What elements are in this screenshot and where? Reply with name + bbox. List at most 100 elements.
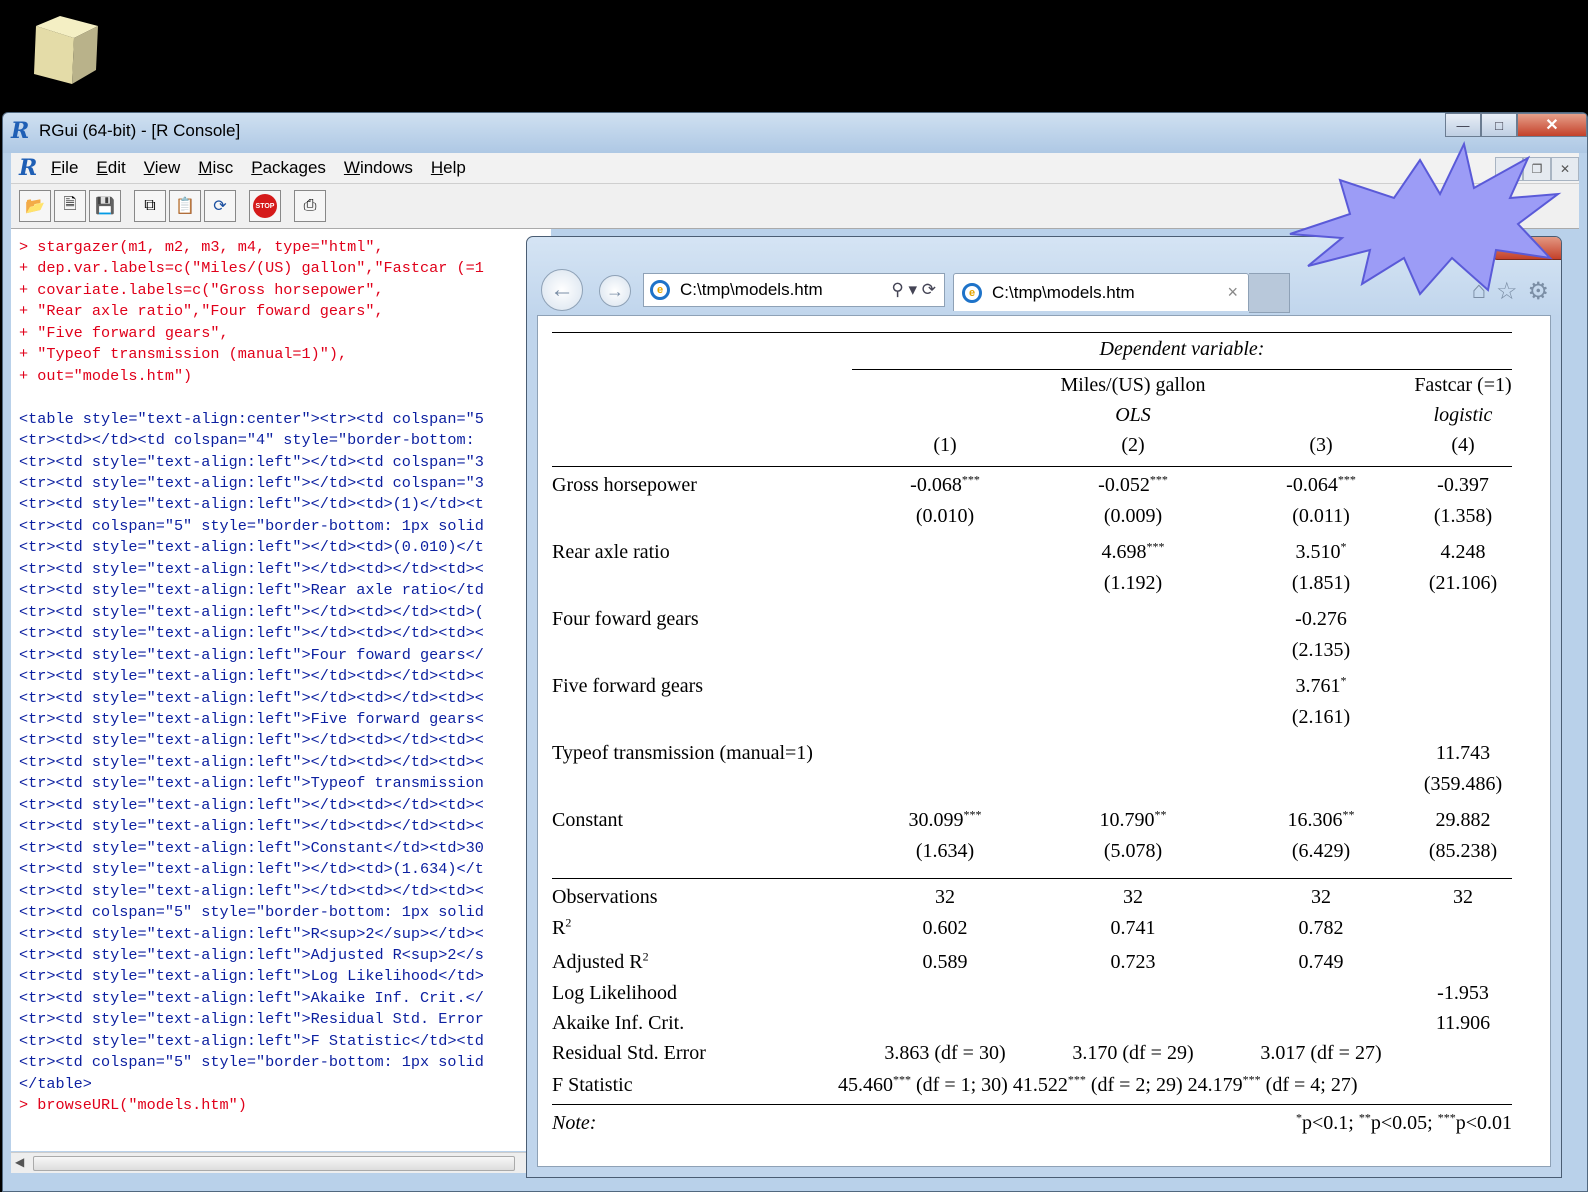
statistic-value: 0.602 bbox=[922, 917, 968, 939]
coefficient-row: Typeof transmission (manual=1) 11.743 bbox=[552, 742, 1512, 772]
console-horizontal-scrollbar[interactable]: ◀ bbox=[11, 1152, 529, 1173]
coefficient-value: 29.882 bbox=[1435, 809, 1491, 831]
statistic-value: 32 bbox=[1453, 886, 1473, 908]
copy-button[interactable]: ⧉ bbox=[134, 190, 166, 222]
back-button[interactable]: ← bbox=[541, 269, 583, 311]
scroll-left-icon[interactable]: ◀ bbox=[15, 1155, 24, 1169]
dep-var-rule bbox=[852, 369, 1512, 370]
statistic-row: Adjusted R2 0.589 0.723 0.749 bbox=[552, 950, 1512, 981]
copy-icon: ⧉ bbox=[144, 197, 156, 214]
console-command-line: > stargazer(m1, m2, m3, m4, type="html", bbox=[19, 238, 384, 256]
print-icon: ⎙ bbox=[303, 197, 317, 214]
standard-error-cell: (85.238) bbox=[1428, 840, 1498, 862]
coefficient-cell: -0.068*** bbox=[852, 472, 1038, 497]
coefficient-value: -0.052 bbox=[1098, 474, 1150, 496]
standard-error-cell: (0.010) bbox=[915, 505, 975, 527]
console-output-line: <tr><td style="text-align:left">Akaike I… bbox=[19, 988, 484, 1007]
significance-stars: *** bbox=[961, 472, 980, 487]
model-types-row: OLS logistic bbox=[552, 404, 1512, 434]
maximize-button[interactable]: □ bbox=[1481, 113, 1517, 137]
note-text: p<0.1; bbox=[1302, 1112, 1359, 1134]
menu-windows[interactable]: Windows bbox=[344, 158, 413, 178]
r-console[interactable]: > stargazer(m1, m2, m3, m4, type="html",… bbox=[11, 229, 551, 1151]
console-output-line: <tr><td style="text-align:left">F Statis… bbox=[19, 1031, 484, 1050]
close-button[interactable]: ✕ bbox=[1517, 113, 1587, 137]
scroll-thumb[interactable] bbox=[33, 1156, 515, 1171]
note-stars: ** bbox=[1358, 1110, 1371, 1125]
menu-file[interactable]: File bbox=[51, 158, 78, 178]
console-output-line: <tr><td style="text-align:left"></td><td… bbox=[19, 602, 484, 621]
menu-view[interactable]: View bbox=[144, 158, 181, 178]
console-output-line: <tr><td style="text-align:left">Four fow… bbox=[19, 645, 484, 664]
standard-error-cell: (359.486) bbox=[1423, 773, 1503, 795]
browser-tab[interactable]: e C:\tmp\models.htm × bbox=[953, 273, 1249, 311]
stop-button[interactable]: STOP bbox=[249, 190, 281, 222]
console-output-line: <tr><td style="text-align:left"></td><td… bbox=[19, 881, 484, 900]
open-script-button[interactable]: 📂 bbox=[19, 190, 51, 222]
standard-error-cell: (2.161) bbox=[1291, 706, 1351, 728]
r-menu-logo-icon[interactable]: R bbox=[19, 157, 41, 179]
window-title: RGui (64-bit) - [R Console] bbox=[39, 121, 241, 140]
ie-tab-icon: e bbox=[962, 282, 982, 303]
coefficient-cell: 29.882 bbox=[1414, 809, 1512, 832]
statistic-value: 32 bbox=[935, 886, 955, 908]
paste-button[interactable]: 📋 bbox=[169, 190, 201, 222]
console-output-line: <tr><td></td><td colspan="4" style="bord… bbox=[19, 431, 484, 450]
console-output-line: <tr><td style="text-align:left"></td><td… bbox=[19, 795, 484, 814]
statistic-row: Observations 32 32 32 32 bbox=[552, 886, 1512, 916]
load-workspace-button[interactable]: 🗎 bbox=[54, 190, 86, 222]
coefficient-cell: -0.276 bbox=[1228, 608, 1414, 631]
tab-close-icon[interactable]: × bbox=[1227, 282, 1238, 303]
model-numbers-row: (1) (2) (3) (4) bbox=[552, 434, 1512, 464]
menu-help[interactable]: Help bbox=[431, 158, 466, 178]
console-command-line: + "Five forward gears", bbox=[19, 323, 229, 342]
minimize-button[interactable]: — bbox=[1445, 113, 1481, 137]
coefficient-value: 4.248 bbox=[1440, 541, 1486, 563]
save-button[interactable]: 💾 bbox=[89, 190, 121, 222]
coefficient-cell: -0.397 bbox=[1414, 474, 1512, 497]
console-output-line: <tr><td style="text-align:left"></td><td… bbox=[19, 688, 484, 707]
statistic-label-text: Observations bbox=[552, 886, 658, 908]
statistic-label: F Statistic bbox=[552, 1074, 633, 1096]
search-refresh-icons[interactable]: ⚲ ▾ ⟳ bbox=[891, 280, 936, 300]
open-script-icon: 📂 bbox=[25, 198, 45, 215]
model-type-ols: OLS bbox=[1115, 404, 1151, 426]
console-command-line: + dep.var.labels=c("Miles/(US) gallon","… bbox=[19, 259, 484, 278]
forward-button[interactable]: → bbox=[599, 275, 631, 307]
menu-misc[interactable]: Misc bbox=[198, 158, 233, 178]
table-top-rule bbox=[552, 332, 1512, 333]
console-output-line: <table style="text-align:center"><tr><td… bbox=[19, 409, 484, 428]
menu-edit[interactable]: Edit bbox=[96, 158, 125, 178]
console-output-line: <tr><td style="text-align:left">Five for… bbox=[19, 709, 484, 728]
f-statistic-row: F Statistic 45.460*** (df = 1; 30) 41.522… bbox=[552, 1072, 1512, 1104]
coefficient-cell: 4.248 bbox=[1414, 541, 1512, 564]
standard-error-cell: (1.851) bbox=[1291, 572, 1351, 594]
console-output-line: <tr><td style="text-align:left">R<sup>2<… bbox=[19, 924, 484, 943]
refresh-button[interactable]: ⟳ bbox=[204, 190, 236, 222]
paste-icon: 📋 bbox=[175, 198, 195, 215]
statistic-value: 32 bbox=[1311, 886, 1331, 908]
console-output-line: <tr><td style="text-align:left">Rear axl… bbox=[19, 581, 484, 600]
dep-label-fastcar: Fastcar (=1) bbox=[1414, 374, 1512, 396]
statistic-label-text: Adjusted R bbox=[552, 951, 643, 973]
console-output-line: <tr><td colspan="5" style="border-bottom… bbox=[19, 903, 484, 922]
console-output-line: <tr><td style="text-align:left"></td><td… bbox=[19, 860, 484, 879]
console-output-line: <tr><td style="text-align:left"></td><td… bbox=[19, 495, 484, 514]
significance-stars: *** bbox=[1067, 1072, 1086, 1087]
model-type-logistic: logistic bbox=[1433, 404, 1493, 426]
coefficient-value: 3.510 bbox=[1295, 541, 1341, 563]
model-number: (1) bbox=[933, 434, 957, 456]
coefficient-row: Four foward gears -0.276 bbox=[552, 608, 1512, 638]
statistic-label-text: Residual Std. Error bbox=[552, 1042, 706, 1064]
browser-window: ✕ ← → e C:\tmp\models.htm ⚲ ▾ ⟳ e C:\tmp… bbox=[526, 236, 1562, 1178]
console-output-line: <tr><td style="text-align:left"></td><td… bbox=[19, 624, 484, 643]
significance-stars: *** bbox=[963, 807, 982, 822]
statistic-value: -1.953 bbox=[1437, 982, 1489, 1004]
address-bar[interactable]: e C:\tmp\models.htm ⚲ ▾ ⟳ bbox=[643, 273, 945, 307]
significance-stars: *** bbox=[1146, 539, 1165, 554]
menu-packages[interactable]: Packages bbox=[251, 158, 326, 178]
print-button[interactable]: ⎙ bbox=[294, 190, 326, 222]
starburst-shape bbox=[1289, 140, 1562, 296]
console-output-line: <tr><td style="text-align:left">Log Like… bbox=[19, 967, 484, 986]
standard-error-row: (1.192) (1.851) (21.106) bbox=[552, 572, 1512, 602]
